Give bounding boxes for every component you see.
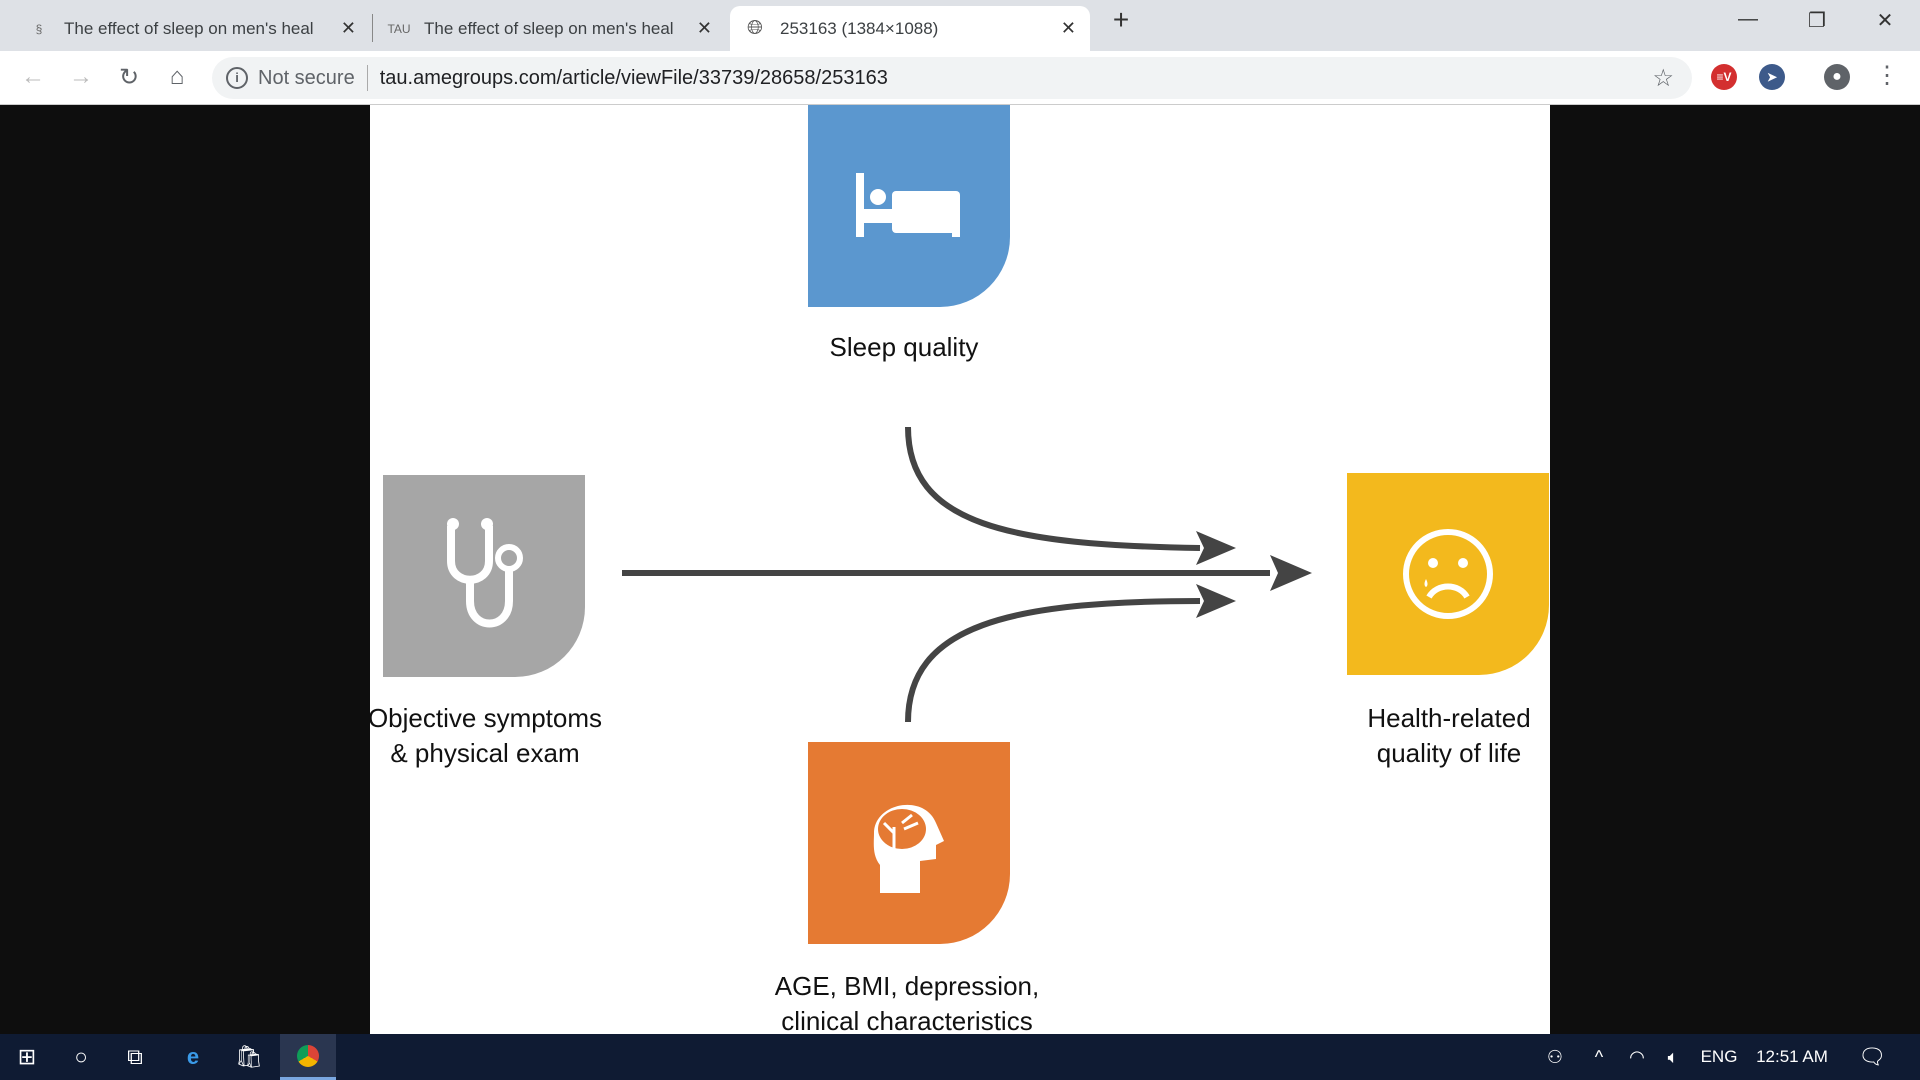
head-brain-icon: [873, 804, 944, 893]
bookmark-star-icon[interactable]: ☆: [1652, 64, 1674, 93]
quality-of-life-tile: [1347, 473, 1549, 675]
task-view-icon[interactable]: ⧉: [108, 1034, 162, 1080]
close-tab-icon[interactable]: ✕: [341, 18, 356, 39]
tab-title: The effect of sleep on men's heal: [424, 18, 674, 38]
new-tab-button[interactable]: +: [1101, 4, 1141, 36]
url-text[interactable]: tau.amegroups.com/article/viewFile/33739…: [380, 67, 888, 90]
image-viewer: Sleep quality Objective symptoms & physi…: [370, 105, 1550, 1035]
close-tab-icon[interactable]: ✕: [697, 18, 712, 39]
quality-of-life-label: Health-related quality of life: [1367, 701, 1530, 771]
forward-button[interactable]: →: [66, 63, 96, 91]
objective-symptoms-tile: [383, 475, 585, 677]
security-label[interactable]: Not secure: [258, 67, 355, 90]
divider: [366, 65, 368, 91]
label-line: Objective symptoms: [370, 703, 603, 733]
home-button[interactable]: ⌂: [162, 63, 192, 91]
label-line: & physical exam: [390, 738, 580, 768]
language-indicator[interactable]: ENG: [1694, 1034, 1744, 1080]
menu-icon[interactable]: ⋮: [1872, 61, 1902, 90]
minimize-button[interactable]: —: [1728, 8, 1768, 31]
clock[interactable]: 12:51 AM: [1750, 1034, 1834, 1080]
sleep-arrow: [905, 426, 1201, 551]
site-logo-icon: §: [35, 21, 43, 36]
people-icon[interactable]: ⚇: [1538, 1034, 1572, 1080]
edge-icon[interactable]: e: [166, 1034, 220, 1080]
search-circle-icon[interactable]: ○: [54, 1034, 108, 1080]
tab-title: 253163 (1384×1088): [780, 18, 939, 38]
address-bar[interactable]: i Not secure tau.amegroups.com/article/v…: [212, 57, 1692, 99]
label-line: Health-related: [1367, 703, 1531, 733]
sleep-quality-label: Sleep quality: [829, 332, 979, 362]
restore-button[interactable]: ❐: [1797, 8, 1837, 33]
stethoscope-icon: [447, 518, 523, 628]
tab-article-2[interactable]: TAU The effect of sleep on men's heal ✕: [374, 6, 726, 51]
tab-article-1[interactable]: § The effect of sleep on men's heal ✕: [14, 6, 370, 51]
notifications-icon[interactable]: 🗨︎: [1852, 1034, 1892, 1080]
extension-icon[interactable]: ≡V: [1711, 64, 1737, 90]
windows-start-icon[interactable]: ⊞: [0, 1034, 54, 1080]
back-button[interactable]: ←: [18, 63, 48, 91]
tab-image[interactable]: 🌐︎ 253163 (1384×1088) ✕: [730, 6, 1090, 51]
demographics-label: AGE, BMI, depression, clinical character…: [775, 969, 1039, 1035]
demographics-tile: [808, 742, 1010, 944]
tau-logo-icon: TAU: [387, 21, 411, 36]
sad-face-icon: [1403, 529, 1493, 619]
sleep-quality-tile: [808, 105, 1010, 307]
label-line: clinical characteristics: [781, 1006, 1033, 1035]
main-arrowhead: [1270, 555, 1312, 591]
windows-taskbar: ⊞ ○ ⧉ e 🛍︎ ⚇ ^ ◠ 🔈︎ ENG 12:51 AM 🗨︎: [0, 1034, 1920, 1080]
bed-icon: [856, 173, 960, 237]
browser-toolbar: ← → ↻ ⌂ i Not secure tau.amegroups.com/a…: [0, 51, 1920, 105]
profile-icon[interactable]: ●: [1824, 64, 1850, 90]
label-line: AGE, BMI, depression,: [774, 971, 1040, 1001]
tab-title: The effect of sleep on men's heal: [64, 18, 314, 38]
chevron-up-icon[interactable]: ^: [1582, 1034, 1616, 1080]
label-line: quality of life: [1376, 738, 1522, 768]
reload-button[interactable]: ↻: [114, 63, 144, 92]
info-icon[interactable]: i: [226, 67, 248, 89]
tab-divider: [372, 14, 373, 42]
globe-icon: 🌐︎: [747, 17, 763, 39]
volume-icon[interactable]: 🔈︎: [1656, 1034, 1690, 1080]
store-icon[interactable]: 🛍︎: [222, 1034, 276, 1080]
chrome-icon[interactable]: [280, 1034, 336, 1080]
tab-bar: § The effect of sleep on men's heal ✕ TA…: [0, 0, 1920, 51]
wifi-icon[interactable]: ◠: [1620, 1034, 1654, 1080]
extension-cursor-icon[interactable]: ➤: [1759, 64, 1785, 90]
objective-symptoms-label: Objective symptoms & physical exam: [370, 701, 602, 771]
sleep-arrowhead: [1196, 531, 1236, 565]
age-arrow: [905, 598, 1201, 723]
close-tab-icon[interactable]: ✕: [1061, 18, 1076, 39]
age-arrowhead: [1196, 584, 1236, 618]
close-window-button[interactable]: ✕: [1865, 8, 1905, 33]
